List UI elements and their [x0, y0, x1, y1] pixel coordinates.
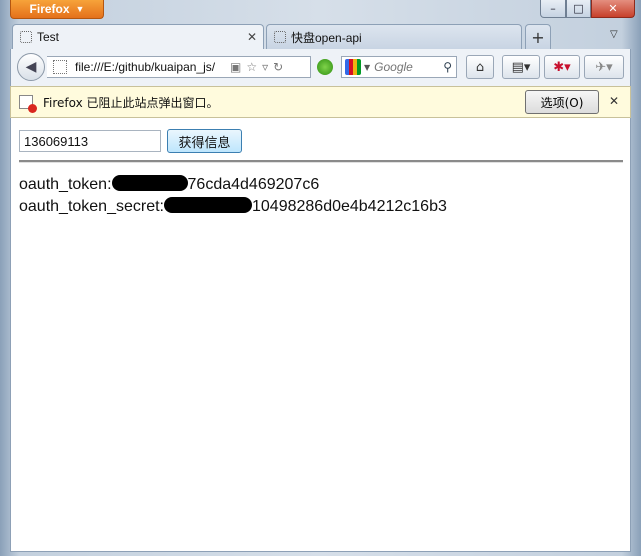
- window-controls: – □ ✕: [540, 0, 635, 18]
- list-all-tabs-button[interactable]: ▽: [610, 29, 618, 40]
- home-icon: ⌂: [475, 59, 485, 75]
- tab-close-icon[interactable]: ✕: [247, 30, 257, 44]
- addon-green-icon[interactable]: [317, 59, 333, 75]
- tab-strip: Test ✕ 快盘open-api + ▽: [10, 24, 631, 49]
- maximize-button[interactable]: □: [566, 0, 591, 18]
- oauth-token-secret-value: 10498286d0e4b4212c16b3: [252, 198, 447, 215]
- page-favicon-icon: [274, 31, 286, 43]
- search-bar[interactable]: ▼ ⚲: [341, 56, 457, 78]
- addon-red-icon: ✱▾: [553, 59, 571, 75]
- tab-label: 快盘open-api: [291, 30, 362, 45]
- search-engine-dropdown-icon[interactable]: ▼: [364, 63, 370, 72]
- minimize-icon: –: [550, 2, 556, 15]
- get-info-button[interactable]: 获得信息: [167, 129, 242, 153]
- chevron-down-icon: ▼: [75, 4, 85, 14]
- page-content: 获得信息 oauth_token: 76cda4d469207c6 oauth_t…: [10, 118, 631, 552]
- firefox-menu-button[interactable]: Firefox ▼: [10, 0, 104, 19]
- new-tab-button[interactable]: +: [525, 24, 551, 49]
- addon-gray-button[interactable]: ✈▾: [584, 55, 624, 79]
- tab-test[interactable]: Test ✕: [12, 24, 264, 49]
- home-button[interactable]: ⌂: [466, 55, 494, 79]
- bookmarks-menu-icon: ▤▾: [511, 59, 531, 75]
- popup-blocked-notification: Firefox 已阻止此站点弹出窗口。 选项(O) ✕: [10, 86, 631, 118]
- bookmarks-menu-button[interactable]: ▤▾: [502, 55, 540, 79]
- options-button[interactable]: 选项(O): [525, 90, 599, 114]
- minimize-button[interactable]: –: [540, 0, 566, 18]
- addon-gray-icon: ✈▾: [595, 59, 613, 75]
- close-icon: ✕: [608, 2, 618, 15]
- divider: [19, 160, 623, 163]
- addon-red-button[interactable]: ✱▾: [544, 55, 580, 79]
- close-window-button[interactable]: ✕: [591, 0, 635, 18]
- reload-icon[interactable]: ↻: [273, 60, 283, 74]
- navigation-toolbar: ◀ file:///E:/github/kuaipan_js/ ▣ ☆ ▿ ↻ …: [10, 49, 631, 86]
- redaction-mark: [111, 175, 188, 191]
- plus-icon: +: [531, 27, 545, 47]
- maximize-icon: □: [573, 2, 584, 15]
- url-text: file:///E:/github/kuaipan_js/: [75, 60, 216, 74]
- back-icon: ◀: [25, 59, 37, 75]
- chevron-down-icon: ▽: [610, 29, 618, 40]
- id-input[interactable]: [19, 130, 161, 152]
- oauth-token-line: oauth_token: 76cda4d469207c6: [19, 175, 319, 194]
- google-icon[interactable]: [345, 59, 361, 75]
- search-input[interactable]: [374, 60, 429, 74]
- page-favicon-icon: [20, 31, 32, 43]
- notification-message: Firefox 已阻止此站点弹出窗口。: [43, 95, 219, 110]
- oauth-token-value: 76cda4d469207c6: [187, 176, 320, 193]
- back-button[interactable]: ◀: [17, 53, 45, 81]
- oauth-token-secret-label: oauth_token_secret:: [19, 198, 164, 215]
- oauth-token-secret-line: oauth_token_secret: 10498286d0e4b4212c16b…: [19, 197, 447, 216]
- bookmark-star-icon[interactable]: ☆: [246, 60, 257, 74]
- site-identity-icon[interactable]: [53, 60, 67, 74]
- tab-kuaipan-open-api[interactable]: 快盘open-api: [266, 24, 522, 49]
- oauth-token-label: oauth_token:: [19, 176, 112, 193]
- firefox-menu-label: Firefox: [29, 2, 70, 16]
- notification-close-icon[interactable]: ✕: [609, 94, 619, 108]
- magnifier-icon[interactable]: ⚲: [443, 60, 452, 74]
- chevron-down-icon[interactable]: ▿: [262, 60, 268, 74]
- popup-blocked-icon: [19, 95, 37, 113]
- page-icon: ▣: [230, 60, 242, 74]
- tab-label: Test: [37, 30, 60, 44]
- redaction-mark: [164, 197, 252, 213]
- url-bar[interactable]: file:///E:/github/kuaipan_js/ ▣ ☆ ▿ ↻: [47, 56, 311, 78]
